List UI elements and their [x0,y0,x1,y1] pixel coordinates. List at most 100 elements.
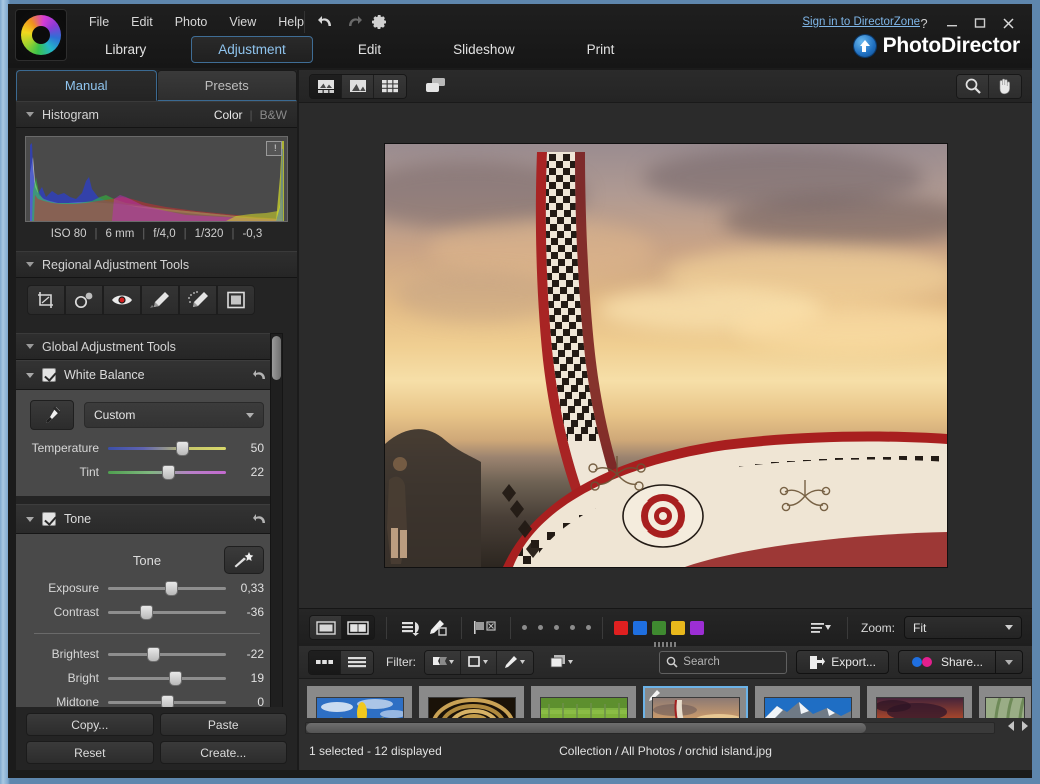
temperature-slider-knob[interactable] [176,441,190,456]
copy-button[interactable]: Copy... [26,713,154,736]
tab-manual[interactable]: Manual [16,70,157,101]
menu-item-edit[interactable]: Edit [120,12,164,32]
histogram-section-header[interactable]: Histogram Color | B&W [16,101,297,128]
tab-library[interactable]: Library [78,36,173,63]
spot-removal-icon[interactable] [65,285,103,315]
stack-filter-icon[interactable] [544,650,580,674]
temperature-slider[interactable] [108,439,226,457]
main-photo-orchid-island[interactable] [384,144,947,567]
close-button[interactable] [994,12,1022,34]
zoom-tool-icon[interactable] [957,74,989,98]
tint-slider[interactable] [108,463,226,481]
before-after-icon[interactable] [398,616,424,640]
left-panel-scrollbar[interactable] [270,333,283,770]
scrollbar-thumb[interactable] [272,336,281,380]
regional-tools-section-header[interactable]: Regional Adjustment Tools [16,251,297,278]
white-balance-preset-dropdown[interactable]: Custom [84,402,264,428]
reset-button[interactable]: Reset [26,741,154,764]
tab-edit[interactable]: Edit [331,36,408,63]
filmstrip-horizontal-scrollbar[interactable] [305,722,995,734]
color-flag-yellow[interactable] [671,620,685,635]
compare-view-icon[interactable] [342,616,374,639]
share-dropdown-button[interactable] [995,650,1023,674]
brightest-slider[interactable] [108,645,226,663]
sign-in-link[interactable]: Sign in to DirectorZone [802,16,920,28]
create-preset-button[interactable]: Create... [159,741,287,764]
single-view-icon[interactable] [310,616,342,639]
white-balance-checkbox[interactable] [42,368,56,382]
bright-slider[interactable] [108,669,226,687]
selection-brush-icon[interactable] [179,285,217,315]
bright-slider-knob[interactable] [169,671,183,686]
rating-dot-5[interactable] [586,625,591,630]
scroll-right-arrow-icon[interactable] [1022,721,1028,731]
scroll-left-arrow-icon[interactable] [1008,721,1014,731]
flag-reject-icon[interactable] [473,616,499,640]
list-view-icon[interactable] [341,650,373,674]
paste-button[interactable]: Paste [159,713,287,736]
rating-filter-icon[interactable] [461,650,497,674]
crop-rotate-icon[interactable] [27,285,65,315]
rating-dot-1[interactable] [522,625,527,630]
edit-marker-icon[interactable] [424,616,450,640]
thumbnail-view-icon[interactable] [309,650,341,674]
contrast-slider[interactable] [108,603,226,621]
brightest-slider-knob[interactable] [146,647,160,662]
zoom-level-dropdown[interactable]: Fit [904,616,1022,639]
contrast-slider-knob[interactable] [139,605,153,620]
viewer-canvas[interactable] [299,103,1032,608]
exposure-slider[interactable] [108,579,226,597]
menu-item-view[interactable]: View [218,12,267,32]
color-flag-red[interactable] [614,620,628,635]
export-button[interactable]: Export... [796,650,889,674]
minimize-button[interactable] [938,12,966,34]
maximize-button[interactable] [966,12,994,34]
rating-dot-4[interactable] [570,625,575,630]
highlight-clipping-warning-icon[interactable] [266,141,282,156]
auto-tone-magic-wand-icon[interactable] [224,546,264,574]
undo-icon[interactable] [317,12,337,32]
tab-presets[interactable]: Presets [156,70,297,101]
secondary-display-icon[interactable] [423,74,449,98]
star-rating-dots[interactable] [522,625,591,630]
white-balance-eyedropper-icon[interactable] [30,400,74,430]
menu-item-file[interactable]: File [78,12,120,32]
flag-filter-icon[interactable] [425,650,461,674]
redo-icon[interactable] [343,12,363,32]
histogram-mode-bw[interactable]: B&W [260,108,287,122]
sort-list-icon[interactable] [808,616,834,640]
exposure-slider-knob[interactable] [164,581,178,596]
tab-slideshow[interactable]: Slideshow [426,36,542,63]
color-flag-purple[interactable] [690,620,704,635]
reset-tone-icon[interactable] [252,512,268,526]
rating-dot-2[interactable] [538,625,543,630]
filmstrip-resize-grip[interactable] [653,642,678,647]
red-eye-removal-icon[interactable] [103,285,141,315]
horizontal-scrollbar-thumb[interactable] [306,723,866,733]
search-input-wrapper[interactable] [659,650,855,674]
edit-filter-icon[interactable] [497,650,533,674]
tone-group-header[interactable]: Tone [16,504,278,534]
adjustment-brush-icon[interactable] [141,285,179,315]
tone-checkbox[interactable] [42,512,56,526]
rating-dot-3[interactable] [554,625,559,630]
histogram-mode-color[interactable]: Color [214,108,243,122]
chevron-down-icon [246,412,254,418]
white-balance-group-header[interactable]: White Balance [16,360,278,390]
color-flag-green[interactable] [652,620,666,635]
menu-item-photo[interactable]: Photo [164,12,219,32]
share-button[interactable]: Share... [897,650,995,674]
pan-hand-icon[interactable] [989,74,1021,98]
color-flag-blue[interactable] [633,620,647,635]
view-grid-icon[interactable] [374,74,406,98]
help-button[interactable]: ? [910,12,938,34]
reset-white-balance-icon[interactable] [252,368,268,382]
gradient-mask-icon[interactable] [217,285,255,315]
global-tools-section-header[interactable]: Global Adjustment Tools [16,333,278,360]
tab-adjustment[interactable]: Adjustment [191,36,313,63]
view-single-icon[interactable] [342,74,374,98]
settings-gear-icon[interactable] [369,12,389,32]
tint-slider-knob[interactable] [162,465,176,480]
tab-print[interactable]: Print [560,36,642,63]
view-filmstrip-icon[interactable] [310,74,342,98]
